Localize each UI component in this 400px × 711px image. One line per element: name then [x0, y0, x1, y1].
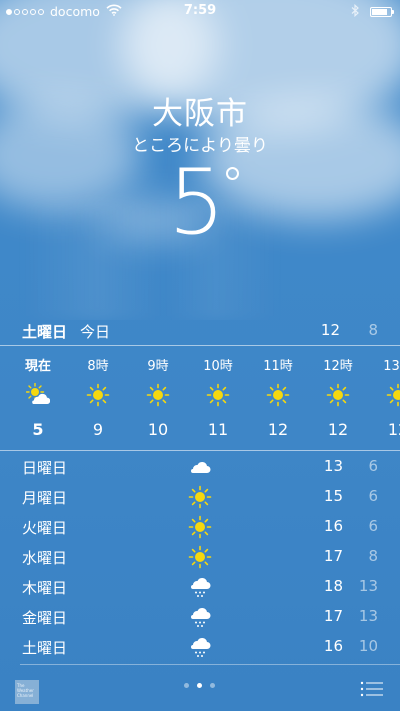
status-right [351, 3, 394, 20]
bottom-bar: The Weather Channel [0, 666, 400, 711]
cloud-icon [188, 455, 212, 479]
hour-temperature: 11 [207, 420, 229, 439]
divider [0, 345, 400, 346]
rain-icon [188, 575, 212, 599]
hour-label: 8時 [87, 359, 109, 374]
day-low: 10 [358, 637, 378, 655]
daily-row: 木曜日 18 13 [0, 572, 400, 602]
hour-temperature: 5 [32, 420, 44, 439]
day-high: 16 [323, 517, 343, 535]
hour-label: 12時 [323, 359, 353, 374]
page-dot[interactable] [184, 683, 189, 688]
battery-icon [370, 7, 394, 17]
day-high: 17 [323, 607, 343, 625]
hour-label: 11時 [263, 359, 293, 374]
daily-row: 金曜日 17 13 [0, 602, 400, 632]
partly-cloudy-icon [25, 382, 51, 407]
sun-icon [86, 383, 110, 407]
list-icon [360, 681, 383, 697]
today-label: 今日 [80, 323, 111, 341]
sun-icon [188, 515, 212, 539]
page-indicator[interactable] [184, 683, 215, 688]
hour-label: 13時 [383, 359, 400, 374]
day-name: 水曜日 [22, 549, 68, 567]
sun-icon [146, 383, 170, 407]
daily-row: 火曜日 16 6 [0, 512, 400, 542]
daily-row: 水曜日 17 8 [0, 542, 400, 572]
day-high: 13 [323, 457, 343, 475]
rain-icon [188, 635, 212, 659]
sun-icon [326, 383, 350, 407]
day-name: 日曜日 [22, 459, 68, 477]
day-low: 8 [368, 547, 378, 565]
hour-temperature: 12 [267, 420, 289, 439]
day-low: 13 [358, 577, 378, 595]
hour-label: 10時 [203, 359, 233, 374]
daily-row: 土曜日 16 10 [0, 632, 400, 662]
sun-icon [386, 383, 400, 407]
rain-icon [188, 605, 212, 629]
sun-icon [188, 545, 212, 569]
day-low: 6 [368, 487, 378, 505]
today-low: 8 [368, 321, 378, 339]
day-high: 18 [323, 577, 343, 595]
degree-symbol-icon [226, 167, 239, 180]
today-summary-row: 土曜日 今日 12 8 [0, 316, 400, 346]
day-name: 金曜日 [22, 609, 68, 627]
hourly-forecast[interactable]: 現在 5 8時 9 9時 10 10時 11 11時 12 12時 12 13時 12 [0, 347, 400, 447]
day-low: 6 [368, 457, 378, 475]
hour-temperature: 10 [147, 420, 169, 439]
today-high: 12 [320, 321, 340, 339]
hour-temperature: 12 [327, 420, 349, 439]
daily-row: 月曜日 15 6 [0, 482, 400, 512]
status-bar: docomo 7:59 [0, 0, 400, 22]
daily-row: 日曜日 13 6 [0, 452, 400, 482]
divider [0, 450, 400, 451]
page-dot[interactable] [197, 683, 202, 688]
bluetooth-icon [351, 3, 360, 20]
hour-temperature: 12 [387, 420, 400, 439]
city-name: 大阪市 [152, 96, 248, 132]
sun-icon [266, 383, 290, 407]
city-list-button[interactable] [360, 680, 384, 698]
sun-icon [206, 383, 230, 407]
day-high: 15 [323, 487, 343, 505]
day-name: 火曜日 [22, 519, 68, 537]
hour-temperature: 9 [92, 420, 104, 439]
divider [20, 664, 400, 665]
today-day: 土曜日 [22, 323, 68, 341]
day-name: 土曜日 [22, 639, 68, 657]
hour-label: 9時 [147, 359, 169, 374]
current-temperature: 5 [168, 150, 226, 255]
day-low: 13 [358, 607, 378, 625]
day-high: 17 [323, 547, 343, 565]
day-name: 月曜日 [22, 489, 68, 507]
sun-icon [188, 485, 212, 509]
hour-label: 現在 [24, 359, 51, 374]
day-low: 6 [368, 517, 378, 535]
status-time: 7:59 [183, 3, 217, 18]
page-dot[interactable] [210, 683, 215, 688]
day-name: 木曜日 [22, 579, 68, 597]
day-high: 16 [323, 637, 343, 655]
weather-channel-logo[interactable]: The Weather Channel [15, 680, 39, 704]
